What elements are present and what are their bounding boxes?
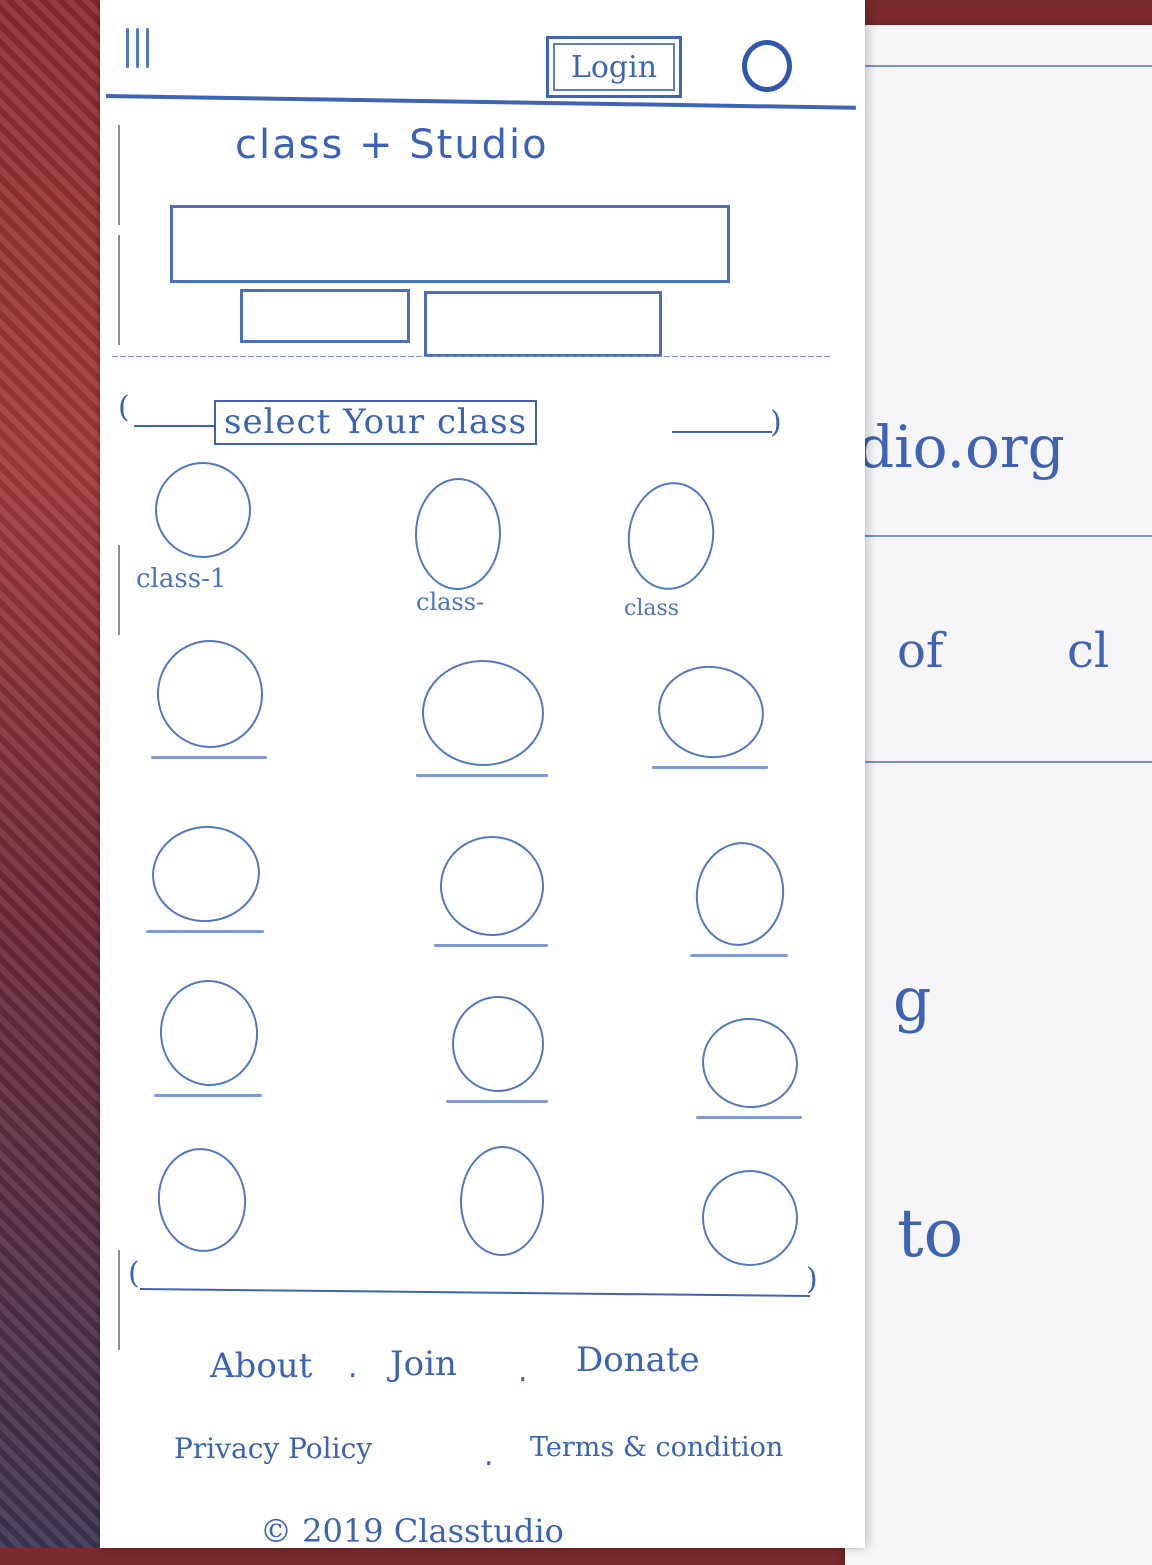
wireframe-paper: Login class + Studio ( select Your class… — [100, 0, 865, 1550]
app-header: Login — [100, 0, 865, 100]
footer-link-donate[interactable]: Donate — [576, 1340, 700, 1380]
class-label-placeholder — [154, 1094, 262, 1097]
ruled-line — [865, 65, 1152, 67]
bracket-close: ) — [770, 405, 782, 440]
ruled-line — [865, 535, 1152, 537]
class-label-placeholder — [146, 930, 264, 933]
class-option-6[interactable] — [652, 659, 770, 774]
footer-link-join[interactable]: Join — [390, 1344, 457, 1384]
class-icon — [151, 634, 269, 754]
class-option-3[interactable] — [620, 476, 722, 606]
brand-title: class + Studio — [235, 122, 549, 168]
class-label-placeholder — [434, 944, 548, 947]
handwriting-fragment: of — [897, 623, 944, 679]
login-button[interactable]: Login — [546, 36, 682, 98]
copyright-text: © 2019 Classtudio — [260, 1512, 564, 1550]
class-label-placeholder — [446, 1100, 548, 1103]
user-circle-icon[interactable] — [742, 40, 792, 92]
footer-link-terms[interactable]: Terms & condition — [530, 1432, 783, 1463]
class-option-8[interactable] — [434, 835, 548, 952]
margin-mark — [118, 125, 120, 225]
select-class-heading: select Your class — [214, 400, 538, 446]
footer-separator: . — [484, 1438, 494, 1473]
class-label: class- — [416, 588, 485, 616]
footer-separator: . — [348, 1350, 358, 1385]
class-label-placeholder — [652, 766, 768, 769]
handwriting-fragment: dio.org — [857, 413, 1065, 481]
handwriting-fragment: cl — [1067, 623, 1110, 679]
class-option-11[interactable] — [446, 995, 548, 1108]
class-icon — [150, 457, 256, 563]
primary-action-box[interactable] — [240, 289, 410, 343]
handwriting-fragment: to — [897, 1195, 964, 1272]
class-option-12[interactable] — [696, 1011, 804, 1124]
bracket-close: ) — [806, 1262, 818, 1297]
class-icon — [696, 1011, 804, 1115]
class-option-10[interactable] — [154, 975, 264, 1102]
bracket-line — [134, 425, 214, 427]
bracket-open: ( — [128, 1256, 140, 1291]
footer-link-about[interactable]: About — [210, 1346, 312, 1386]
class-label-placeholder — [690, 954, 788, 957]
ruled-line — [865, 761, 1152, 763]
class-label-placeholder — [696, 1116, 802, 1119]
class-label: class-1 — [136, 564, 227, 594]
class-icon — [414, 477, 502, 591]
class-option-4[interactable] — [151, 634, 269, 764]
class-icon — [459, 1145, 545, 1257]
section-divider — [112, 356, 832, 357]
hamburger-menu-icon[interactable] — [126, 28, 158, 70]
bracket-line — [139, 1288, 810, 1298]
class-option-15[interactable] — [695, 1163, 805, 1282]
class-label: class — [624, 596, 680, 621]
footer-link-privacy-policy[interactable]: Privacy Policy — [174, 1432, 372, 1465]
class-icon — [689, 836, 791, 952]
search-input-placeholder[interactable] — [170, 205, 730, 283]
class-option-2[interactable] — [414, 477, 502, 606]
class-icon — [439, 835, 545, 937]
class-label-placeholder — [151, 756, 267, 759]
handwriting-fragment: g — [893, 965, 932, 1035]
margin-mark — [118, 545, 120, 635]
class-icon — [421, 658, 545, 768]
class-icon — [695, 1163, 805, 1273]
margin-mark — [118, 1250, 120, 1350]
class-icon — [652, 659, 770, 765]
class-icon — [147, 820, 265, 928]
class-option-13[interactable] — [152, 1143, 252, 1268]
class-option-5[interactable] — [416, 658, 548, 782]
footer-separator: . — [518, 1354, 528, 1389]
class-icon — [620, 476, 722, 596]
class-icon — [154, 975, 264, 1091]
class-icon — [451, 995, 545, 1093]
class-label-placeholder — [416, 774, 548, 777]
class-option-1[interactable] — [150, 457, 256, 574]
secondary-action-box[interactable] — [424, 291, 662, 357]
background-paper-sheet: dio.org of cl g to — [845, 25, 1152, 1565]
class-option-14[interactable] — [459, 1145, 545, 1272]
bracket-line — [672, 431, 772, 433]
margin-mark — [118, 235, 120, 345]
class-option-7[interactable] — [146, 820, 265, 938]
bracket-open: ( — [118, 390, 130, 425]
class-option-9[interactable] — [689, 836, 791, 962]
class-icon — [152, 1143, 252, 1257]
